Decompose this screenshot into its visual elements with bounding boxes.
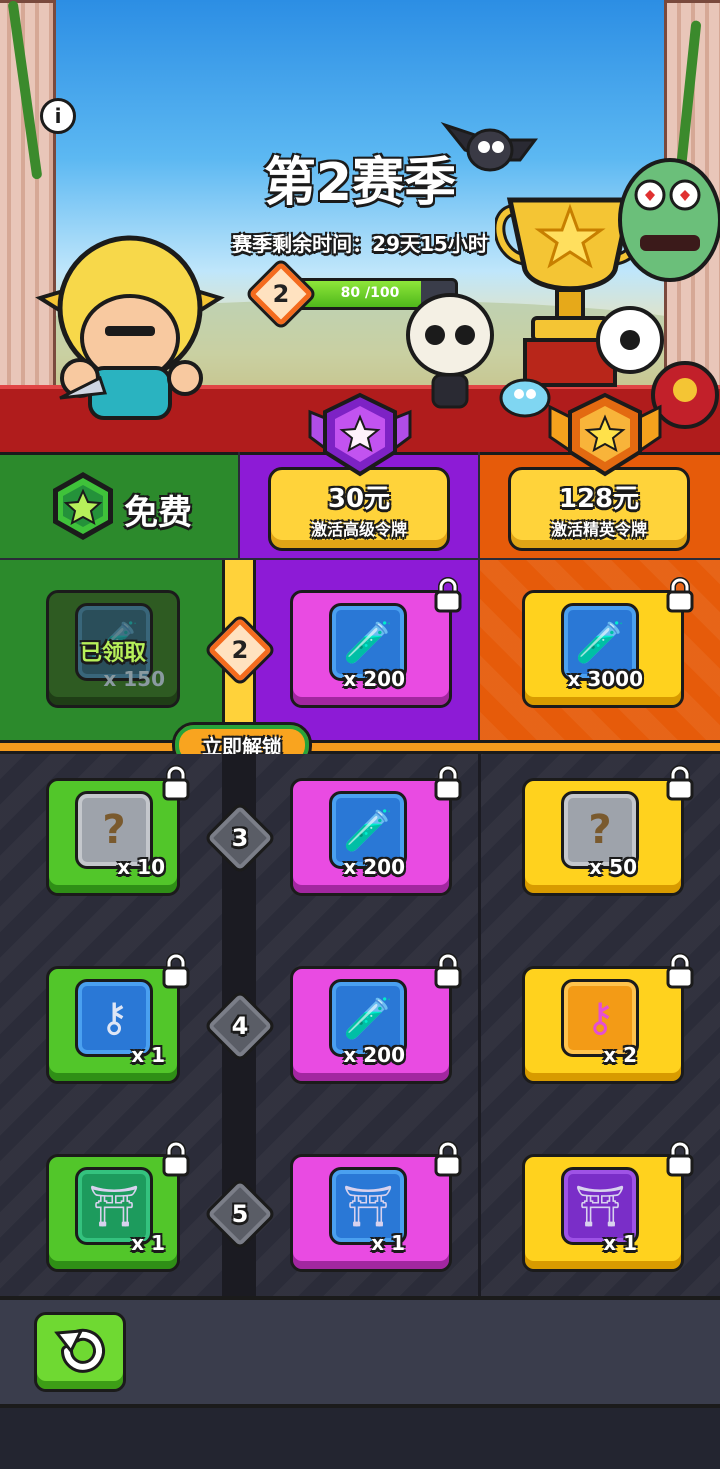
- reward-tile-premium-5[interactable]: ⛩ x 1: [290, 1141, 462, 1272]
- premium-subtitle: 激活高级令牌: [310, 520, 407, 539]
- lock-icon: [434, 1141, 462, 1177]
- level-number-5: 5: [231, 1200, 249, 1228]
- reward-qty: x 1: [603, 1231, 637, 1255]
- season-header: i 第2赛季 赛季剩余时间：29天15小时 80 /100 2: [0, 0, 720, 452]
- lock-icon: [666, 953, 694, 989]
- column-divider: [478, 754, 481, 1298]
- reward-qty: x 200: [343, 1043, 405, 1067]
- reward-qty: x 3000: [567, 667, 643, 691]
- lock-icon: [434, 577, 462, 613]
- reward-qty: x 10: [117, 855, 165, 879]
- reward-tile-elite-5[interactable]: ⛩ x 1: [522, 1141, 694, 1272]
- lock-icon: [666, 577, 694, 613]
- hero-character-icon: [35, 235, 225, 420]
- premium-badge-icon: [308, 392, 412, 477]
- premium-price: 30元: [327, 484, 391, 514]
- elite-subtitle: 激活精英令牌: [550, 520, 647, 539]
- lock-icon: [666, 1141, 694, 1177]
- reward-tile-premium-3[interactable]: 🧪 x 200: [290, 765, 462, 896]
- reward-qty: x 150: [103, 667, 165, 691]
- bottom-spacer: [0, 1408, 720, 1469]
- reward-qty: x 1: [131, 1043, 165, 1067]
- reward-qty: x 1: [371, 1231, 405, 1255]
- season-level-number: 2: [272, 280, 290, 308]
- lock-icon: [434, 953, 462, 989]
- claimed-label: 已领取: [79, 641, 146, 666]
- lock-icon: [162, 765, 190, 801]
- info-icon: i: [54, 104, 62, 128]
- back-arrow-icon: [54, 1328, 105, 1373]
- reward-tile-free-4[interactable]: ⚷ x 1: [46, 953, 190, 1084]
- level-number-4: 4: [231, 1012, 249, 1040]
- reward-qty: x 50: [589, 855, 637, 879]
- reward-tile-elite-3[interactable]: ? x 50: [522, 765, 694, 896]
- elite-price: 128元: [558, 484, 640, 514]
- free-tier-label: 免费: [124, 493, 192, 533]
- reward-qty: x 1: [131, 1231, 165, 1255]
- lock-icon: [162, 1141, 190, 1177]
- back-button[interactable]: [34, 1312, 126, 1392]
- reward-tile-free-3[interactable]: ? x 10: [46, 765, 190, 896]
- reward-tile-free-2[interactable]: 🧪 已领取 x 150: [46, 590, 180, 708]
- lock-icon: [162, 953, 190, 989]
- reward-tile-elite-4[interactable]: ⚷ x 2: [522, 953, 694, 1084]
- elite-badge-icon: [548, 392, 662, 477]
- reward-tile-free-5[interactable]: ⛩ x 1: [46, 1141, 190, 1272]
- free-tier-header: 免费: [0, 452, 238, 558]
- reward-tile-premium-4[interactable]: 🧪 x 200: [290, 953, 462, 1084]
- info-button[interactable]: i: [40, 98, 76, 134]
- level-number-3: 3: [231, 824, 249, 852]
- reward-tile-premium-2[interactable]: 🧪 x 200: [290, 577, 462, 708]
- reward-qty: x 200: [343, 667, 405, 691]
- reward-qty: x 2: [603, 1043, 637, 1067]
- bat-character-icon: [440, 121, 538, 172]
- lock-icon: [434, 765, 462, 801]
- free-tier-star-icon: [53, 472, 113, 540]
- reward-qty: x 200: [343, 855, 405, 879]
- unlocked-divider: [0, 740, 720, 754]
- reward-tile-elite-2[interactable]: 🧪 x 3000: [522, 577, 694, 708]
- level-number-2: 2: [231, 636, 249, 664]
- lock-icon: [666, 765, 694, 801]
